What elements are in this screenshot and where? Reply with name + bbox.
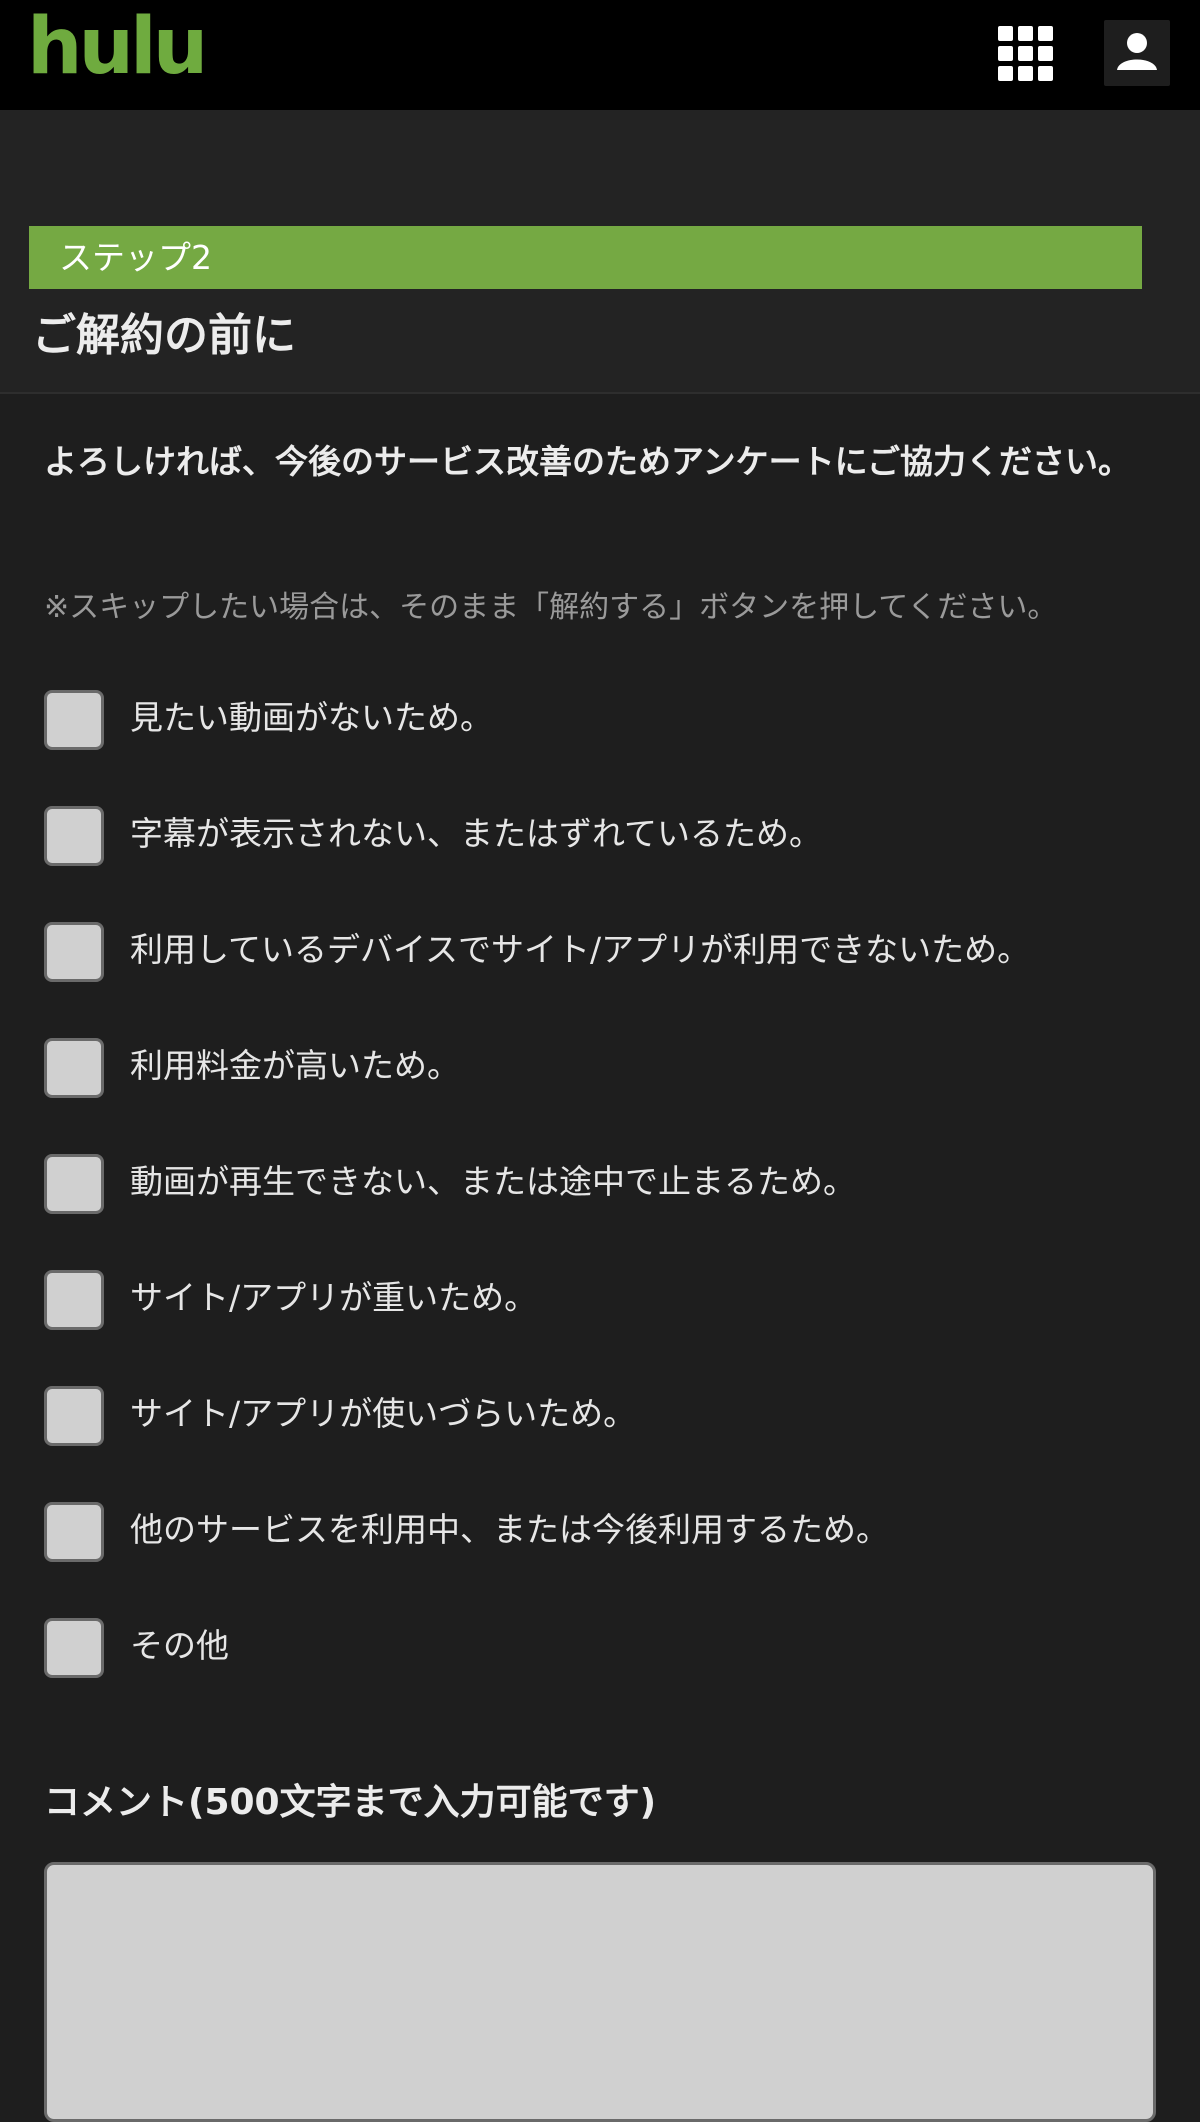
user-icon [1117,33,1157,70]
option-no-content[interactable]: 見たい動画がないため。 [44,690,1174,806]
option-label: 利用しているデバイスでサイト/アプリが利用できないため。 [130,930,1031,969]
grid-cell [1018,66,1033,81]
survey-intro: よろしければ、今後のサービス改善のためアンケートにご協力ください。 [44,442,1132,481]
option-slow[interactable]: サイト/アプリが重いため。 [44,1270,1174,1386]
page-title: ご解約の前に [32,310,296,361]
checkbox[interactable] [44,806,104,866]
grid-cell [1038,26,1053,41]
checkbox[interactable] [44,1154,104,1214]
checkbox[interactable] [44,1618,104,1678]
grid-cell [1038,46,1053,61]
grid-cell [1018,46,1033,61]
option-playback[interactable]: 動画が再生できない、または途中で止まるため。 [44,1154,1174,1270]
grid-cell [998,66,1013,81]
grid-icon[interactable] [998,26,1054,82]
grid-cell [1018,26,1033,41]
checkbox[interactable] [44,1386,104,1446]
step-indicator: ステップ2 [29,226,1142,289]
option-device[interactable]: 利用しているデバイスでサイト/アプリが利用できないため。 [44,922,1174,1038]
option-usability[interactable]: サイト/アプリが使いづらいため。 [44,1386,1174,1502]
option-label: 字幕が表示されない、またはずれているため。 [130,814,823,853]
option-label: その他 [130,1626,229,1665]
checkbox[interactable] [44,1038,104,1098]
survey-options: 見たい動画がないため。 字幕が表示されない、またはずれているため。 利用している… [44,690,1174,1734]
option-label: 動画が再生できない、または途中で止まるため。 [130,1162,856,1201]
account-button[interactable] [1104,20,1170,86]
hulu-logo[interactable]: hulu [27,2,208,92]
grid-cell [998,46,1013,61]
option-price[interactable]: 利用料金が高いため。 [44,1038,1174,1154]
option-label: サイト/アプリが使いづらいため。 [130,1394,637,1433]
checkbox[interactable] [44,690,104,750]
option-label: サイト/アプリが重いため。 [130,1278,538,1317]
comment-textarea[interactable] [44,1862,1156,2122]
top-header: hulu [0,0,1200,110]
checkbox[interactable] [44,922,104,982]
option-subtitles[interactable]: 字幕が表示されない、またはずれているため。 [44,806,1174,922]
checkbox[interactable] [44,1270,104,1330]
checkbox[interactable] [44,1502,104,1562]
grid-cell [1038,66,1053,81]
option-other-service[interactable]: 他のサービスを利用中、または今後利用するため。 [44,1502,1174,1618]
survey-note: ※スキップしたい場合は、そのまま「解約する」ボタンを押してください。 [44,590,1058,625]
grid-cell [998,26,1013,41]
option-label: 他のサービスを利用中、または今後利用するため。 [130,1510,889,1549]
option-label: 見たい動画がないため。 [130,698,493,737]
option-label: 利用料金が高いため。 [130,1046,460,1085]
comment-label: コメント(500文字まで入力可能です) [44,1782,657,1823]
step-label: ステップ2 [59,238,212,277]
option-other[interactable]: その他 [44,1618,1174,1734]
